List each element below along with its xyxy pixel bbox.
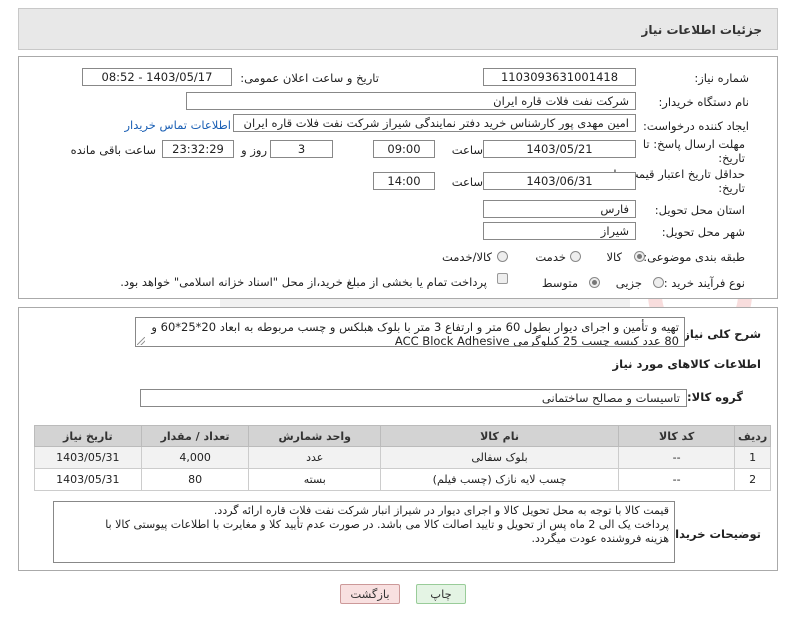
buyer-notes-line-1: قیمت کالا با توجه به محل تحویل کالا و اج… — [213, 504, 669, 517]
need-number-field: 1103093631001418 — [483, 68, 636, 86]
description-label: شرح کلی نیاز: — [678, 327, 761, 341]
need-number-label: شماره نیاز: — [694, 71, 749, 85]
city-field: شیراز — [483, 222, 636, 240]
description-textarea: تهیه و تأمین و اجرای دیوار بطول 60 متر و… — [135, 317, 685, 347]
validity-time-field: 14:00 — [373, 172, 435, 190]
goods-group-label: گروه کالا: — [687, 390, 743, 404]
buyer-notes-line-2: پرداخت یک الی 2 ماه پس از تحویل و تایید … — [105, 518, 669, 531]
buyer-contact-link[interactable]: اطلاعات تماس خریدار — [124, 118, 231, 132]
announce-label: تاریخ و ساعت اعلان عمومی: — [240, 71, 379, 85]
col-unit: واحد شمارش — [248, 425, 381, 447]
remaining-time-field: 23:32:29 — [162, 140, 234, 158]
cell-code: -- — [618, 468, 736, 491]
validity-time-label: ساعت — [451, 175, 483, 189]
description-line-2: 80 عدد کیسه چسب 25 کیلوگرمی ACC Block Ad… — [394, 334, 679, 347]
process-medium-radio[interactable] — [589, 277, 600, 288]
col-code: کد کالا — [618, 425, 736, 447]
col-row: ردیف — [734, 425, 771, 447]
buyer-org-label: نام دستگاه خریدار: — [658, 95, 749, 109]
header-panel: جزئیات اطلاعات نیاز — [18, 8, 778, 50]
resize-handle[interactable] — [137, 337, 145, 345]
category-goods-radio[interactable] — [634, 251, 645, 262]
days-label: روز و — [241, 143, 267, 157]
buyer-notes-textarea: قیمت کالا با توجه به محل تحویل کالا و اج… — [53, 501, 675, 563]
buyer-notes-line-3: هزینه فروشنده عودت میگردد. — [531, 532, 670, 545]
cell-code: -- — [618, 446, 736, 469]
process-medium-label: متوسط — [541, 276, 578, 290]
table-row: 1 -- بلوک سفالی عدد 4,000 1403/05/31 — [34, 446, 771, 469]
deadline-label-2: تاریخ: — [718, 151, 745, 165]
col-name: نام کالا — [379, 425, 620, 447]
deadline-label: مهلت ارسال پاسخ: تا — [642, 137, 745, 151]
creator-field: امین مهدی پور کارشناس خرید دفتر نمایندگی… — [233, 114, 636, 132]
cell-unit: عدد — [248, 446, 381, 469]
page-title: جزئیات اطلاعات نیاز — [641, 23, 762, 37]
deadline-time-field: 09:00 — [373, 140, 435, 158]
col-date: تاریخ نیاز — [34, 425, 142, 447]
city-label: شهر محل تحویل: — [661, 225, 745, 239]
category-goods-label: کالا — [606, 250, 622, 264]
deadline-time-label: ساعت — [451, 143, 483, 157]
goods-group-field: تاسیسات و مصالح ساختمانی — [140, 389, 687, 407]
cell-row: 1 — [734, 446, 771, 469]
cell-row: 2 — [734, 468, 771, 491]
cell-date: 1403/05/31 — [34, 446, 142, 469]
goods-table: ردیف کد کالا نام کالا واحد شمارش تعداد /… — [34, 425, 771, 491]
cell-unit: بسته — [248, 468, 381, 491]
remaining-label: ساعت باقی مانده — [70, 143, 156, 157]
category-both-radio[interactable] — [497, 251, 508, 262]
validity-date-field: 1403/06/31 — [483, 172, 636, 190]
buyer-notes-label: توضیحات خریدار: — [663, 527, 761, 541]
process-label: نوع فرآیند خرید : — [663, 276, 745, 290]
cell-name: چسب لایه نازک (چسب فیلم) — [379, 468, 620, 491]
description-line-1: تهیه و تأمین و اجرای دیوار بطول 60 متر و… — [151, 320, 679, 334]
province-label: استان محل تحویل: — [654, 203, 745, 217]
province-field: فارس — [483, 200, 636, 218]
category-label: طبقه بندی موضوعی: — [643, 250, 745, 264]
cell-qty: 4,000 — [140, 446, 250, 469]
validity-label-2: تاریخ: — [718, 181, 745, 195]
table-row: 2 -- چسب لایه نازک (چسب فیلم) بسته 80 14… — [34, 468, 771, 491]
goods-table-header: ردیف کد کالا نام کالا واحد شمارش تعداد /… — [34, 425, 771, 447]
cell-date: 1403/05/31 — [34, 468, 142, 491]
category-service-radio[interactable] — [570, 251, 581, 262]
print-button[interactable]: چاپ — [416, 584, 466, 604]
creator-label: ایجاد کننده درخواست: — [643, 119, 749, 133]
category-service-label: خدمت — [535, 250, 566, 264]
col-qty: تعداد / مقدار — [140, 425, 250, 447]
days-remaining-field: 3 — [270, 140, 333, 158]
deadline-date-field: 1403/05/21 — [483, 140, 636, 158]
buyer-org-field: شرکت نفت فلات قاره ایران — [186, 92, 636, 110]
goods-section-title: اطلاعات کالاهای مورد نیاز — [612, 357, 761, 371]
back-button[interactable]: بازگشت — [340, 584, 400, 604]
process-small-radio[interactable] — [653, 277, 664, 288]
announce-field: 1403/05/17 - 08:52 — [82, 68, 232, 86]
process-small-label: جزیی — [615, 276, 642, 290]
payment-note: پرداخت تمام یا بخشی از مبلغ خرید،از محل … — [120, 275, 487, 289]
cell-qty: 80 — [140, 468, 250, 491]
cell-name: بلوک سفالی — [379, 446, 620, 469]
treasury-checkbox[interactable] — [497, 273, 508, 284]
category-both-label: کالا/خدمت — [441, 250, 492, 264]
